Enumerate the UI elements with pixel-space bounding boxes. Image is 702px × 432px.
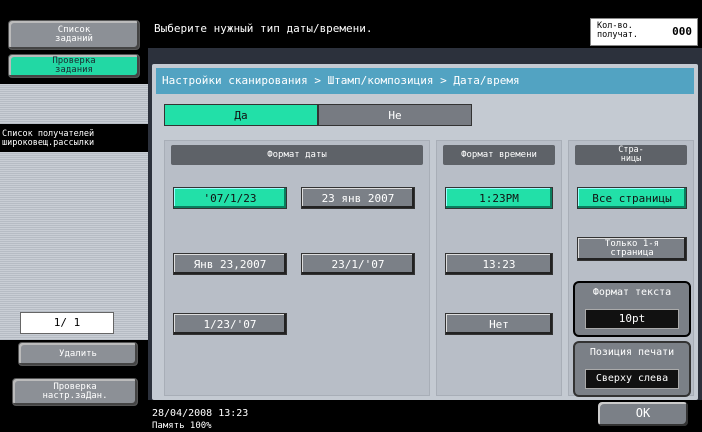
- date-option-07-1-23[interactable]: '07/1/23: [173, 187, 287, 209]
- job-list-label: Список заданий: [55, 25, 93, 44]
- date-format-header: Формат даты: [171, 145, 423, 165]
- time-format-group: Формат времени 1:23PM 13:23 Нет: [436, 140, 562, 396]
- first-page-only-button[interactable]: Только 1-я страница: [577, 237, 687, 261]
- date-option-1-23-07[interactable]: 1/23/'07: [173, 313, 287, 335]
- memory-display: Память 100%: [152, 421, 212, 431]
- job-check-label: Проверка задания: [52, 56, 96, 75]
- recipient-count-label: Кол-во. получат.: [597, 21, 638, 40]
- time-option-12h[interactable]: 1:23PM: [445, 187, 553, 209]
- time-option-none[interactable]: Нет: [445, 313, 553, 335]
- ok-button[interactable]: OK: [596, 400, 690, 428]
- pages-header: Стра- ницы: [575, 145, 687, 165]
- text-format-title: Формат текста: [592, 287, 672, 298]
- job-list-button[interactable]: Список заданий: [8, 20, 140, 50]
- recipient-count-value: 000: [672, 25, 692, 38]
- settings-panel: Настройки сканирования > Штамп/композици…: [152, 64, 698, 400]
- message-bar: Выберите нужный тип даты/времени. Кол-во…: [148, 0, 702, 48]
- yes-toggle-button[interactable]: Да: [164, 104, 318, 126]
- sidebar: Список заданий Проверка задания Список п…: [0, 0, 148, 432]
- time-format-header: Формат времени: [443, 145, 555, 165]
- copier-screen: Список заданий Проверка задания Список п…: [0, 0, 702, 432]
- instruction-message: Выберите нужный тип даты/времени.: [154, 22, 373, 35]
- check-settings-button[interactable]: Проверка настр.заДан.: [12, 378, 138, 406]
- recipient-count-box: Кол-во. получат. 000: [590, 18, 698, 46]
- page-counter: 1/ 1: [20, 312, 114, 334]
- job-check-button[interactable]: Проверка задания: [8, 54, 140, 78]
- main-panel: Настройки сканирования > Штамп/композици…: [148, 48, 702, 400]
- footer-bar: 28/04/2008 13:23 Память 100% OK: [148, 400, 702, 432]
- print-position-button[interactable]: Позиция печати Сверху слева: [573, 341, 691, 397]
- text-format-button[interactable]: Формат текста 10pt: [573, 281, 691, 337]
- date-option-jan-23-2007[interactable]: Янв 23,2007: [173, 253, 287, 275]
- date-format-group: Формат даты '07/1/23 23 янв 2007 Янв 23,…: [164, 140, 430, 396]
- recipient-list-label: Список получателей широковещ.рассылки: [2, 129, 95, 148]
- no-toggle-button[interactable]: Не: [318, 104, 472, 126]
- date-option-23-jan-2007[interactable]: 23 янв 2007: [301, 187, 415, 209]
- delete-label: Удалить: [59, 348, 97, 359]
- delete-button[interactable]: Удалить: [18, 342, 138, 366]
- time-option-24h[interactable]: 13:23: [445, 253, 553, 275]
- breadcrumb: Настройки сканирования > Штамп/композици…: [156, 68, 694, 94]
- all-pages-button[interactable]: Все страницы: [577, 187, 687, 209]
- print-position-value: Сверху слева: [585, 369, 679, 389]
- sidebar-stripe-top: [0, 84, 148, 124]
- date-time-display: 28/04/2008 13:23: [152, 408, 249, 419]
- check-settings-label: Проверка настр.заДан.: [42, 382, 108, 401]
- pages-group: Стра- ницы Все страницы Только 1-я стран…: [568, 140, 694, 397]
- text-format-value: 10pt: [585, 309, 679, 329]
- date-option-23-1-07[interactable]: 23/1/'07: [301, 253, 415, 275]
- print-position-title: Позиция печати: [589, 347, 675, 358]
